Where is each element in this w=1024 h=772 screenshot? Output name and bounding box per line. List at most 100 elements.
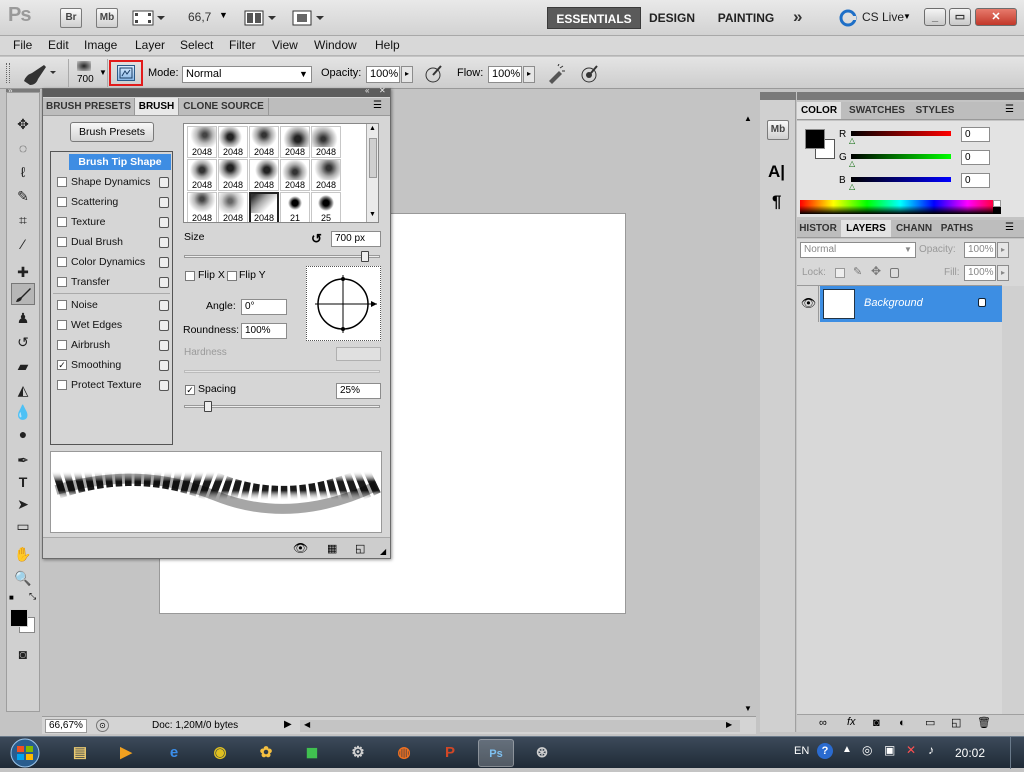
clone-stamp-tool-icon[interactable]: ♟ xyxy=(11,307,35,329)
spacing-input[interactable]: 25% xyxy=(336,383,381,399)
lock-icon[interactable] xyxy=(159,257,169,268)
default-colors-icon[interactable]: ■ xyxy=(9,593,14,602)
layer-row-background[interactable]: Background xyxy=(820,286,1002,322)
spacing-checkbox-checked[interactable]: ✓ xyxy=(185,385,195,395)
lock-icon[interactable] xyxy=(159,197,169,208)
collapse-panel-icon[interactable]: « xyxy=(365,86,369,95)
workspace-design[interactable]: DESIGN xyxy=(645,7,699,29)
checkbox[interactable] xyxy=(57,300,67,310)
brush-tip[interactable]: 21 xyxy=(280,192,310,222)
crop-tool-icon[interactable]: ⌗ xyxy=(11,209,35,231)
move-tool-icon[interactable]: ✥ xyxy=(11,113,35,135)
character-panel-icon[interactable]: A| xyxy=(768,162,785,182)
menu-help[interactable]: Help xyxy=(375,38,400,52)
green-slider-track[interactable] xyxy=(851,154,951,159)
tab-history[interactable]: HISTOR xyxy=(797,220,839,237)
airbrush-button[interactable] xyxy=(546,63,566,84)
layer-opacity-input[interactable]: 100% xyxy=(964,242,996,258)
tab-clone-source[interactable]: CLONE SOURCE xyxy=(179,98,269,115)
eraser-tool-icon[interactable]: ▰ xyxy=(11,355,35,377)
add-mask-icon[interactable]: ◙ xyxy=(873,717,880,729)
brush-tip[interactable]: 2048 xyxy=(249,159,279,191)
new-layer-icon[interactable]: ◱ xyxy=(951,716,961,729)
workspace-painting[interactable]: PAINTING xyxy=(712,7,780,29)
blue-value-input[interactable]: 0 xyxy=(961,173,990,188)
scroll-up-icon[interactable]: ▲ xyxy=(744,114,752,123)
flip-x-checkbox[interactable] xyxy=(185,271,195,281)
lock-all-icon[interactable] xyxy=(890,268,899,278)
media-player-taskbar-icon[interactable]: ▶ xyxy=(108,739,144,767)
shape-dynamics-option[interactable]: Shape Dynamics xyxy=(55,173,173,191)
horizontal-scrollbar[interactable]: ◀ ▶ xyxy=(300,720,740,732)
airbrush-option[interactable]: Airbrush xyxy=(55,336,173,354)
paragraph-panel-icon[interactable]: ¶ xyxy=(772,192,781,212)
brush-tip[interactable]: 2048 xyxy=(311,159,341,191)
opacity-input[interactable]: 100% xyxy=(366,66,400,83)
quick-selection-tool-icon[interactable]: ✎ xyxy=(11,185,35,207)
menu-select[interactable]: Select xyxy=(180,38,213,52)
history-brush-tool-icon[interactable]: ↺ xyxy=(11,331,35,353)
green-slider-handle[interactable]: △ xyxy=(849,159,855,168)
firefox-taskbar-icon[interactable]: ◍ xyxy=(386,739,422,767)
red-slider-track[interactable] xyxy=(851,131,951,136)
vertical-scrollbar[interactable]: ▲ ▼ xyxy=(742,108,756,718)
layer-name[interactable]: Background xyxy=(864,297,923,309)
tab-layers[interactable]: LAYERS xyxy=(841,220,891,237)
settings-taskbar-icon[interactable]: ⚙ xyxy=(340,739,376,767)
arrange-documents-button[interactable] xyxy=(244,8,280,28)
fill-slider-button[interactable]: ▸ xyxy=(997,265,1009,281)
panel-menu-icon[interactable]: ☰ xyxy=(373,100,382,111)
powerpoint-taskbar-icon[interactable]: P xyxy=(432,739,468,767)
foreground-color-box[interactable] xyxy=(805,129,825,149)
lock-image-icon[interactable]: ✎ xyxy=(853,265,862,278)
pressure-opacity-button[interactable] xyxy=(424,64,444,84)
brush-tip-selected[interactable]: 2048 xyxy=(249,192,279,222)
lock-icon[interactable] xyxy=(159,300,169,311)
explorer-taskbar-icon[interactable]: ▤ xyxy=(62,739,98,767)
brush-grid-icon[interactable]: ▦ xyxy=(327,542,337,555)
texture-option[interactable]: Texture xyxy=(55,213,173,231)
ramp-black-swatch[interactable] xyxy=(993,207,1001,214)
internet-explorer-taskbar-icon[interactable]: e xyxy=(156,739,192,767)
link-layers-icon[interactable]: ∞ xyxy=(819,717,827,729)
tray-expand-icon[interactable]: ▲ xyxy=(842,744,852,755)
workspace-essentials[interactable]: ESSENTIALS xyxy=(547,7,641,29)
lock-icon[interactable] xyxy=(159,360,169,371)
mini-bridge-panel-icon[interactable]: Mb xyxy=(767,120,789,140)
checkbox[interactable] xyxy=(57,237,67,247)
brush-tip[interactable]: 2048 xyxy=(187,126,217,158)
size-slider[interactable] xyxy=(184,251,380,262)
cs-live-dropdown-icon[interactable]: ▼ xyxy=(903,12,911,21)
tip-grid-scrollbar[interactable]: ▲ ▼ xyxy=(366,124,378,222)
menu-window[interactable]: Window xyxy=(314,38,357,52)
cs-live-button[interactable]: CS Live xyxy=(862,10,904,24)
help-tray-icon[interactable]: ? xyxy=(817,743,833,759)
adjustment-layer-icon[interactable]: ◐ xyxy=(899,717,906,729)
bridge-button[interactable]: Br xyxy=(60,8,82,28)
brush-tip[interactable]: 2048 xyxy=(311,126,341,158)
menu-view[interactable]: View xyxy=(272,38,298,52)
healing-brush-tool-icon[interactable]: ✚ xyxy=(11,261,35,283)
strip-header[interactable] xyxy=(760,92,796,100)
close-button[interactable]: ✕ xyxy=(975,8,1017,26)
color-dynamics-option[interactable]: Color Dynamics xyxy=(55,253,173,271)
speaker-tray-icon[interactable]: ♪ xyxy=(928,743,934,757)
brush-panel-titlebar[interactable]: « ✕ xyxy=(43,86,390,97)
green-value-input[interactable]: 0 xyxy=(961,150,990,165)
layer-opacity-slider-button[interactable]: ▸ xyxy=(997,242,1009,258)
language-indicator[interactable]: EN xyxy=(794,745,809,757)
scroll-left-icon[interactable]: ◀ xyxy=(304,720,310,729)
quick-mask-icon[interactable]: ◙ xyxy=(11,643,35,665)
scroll-down-icon[interactable]: ▼ xyxy=(369,211,376,218)
wet-edges-option[interactable]: Wet Edges xyxy=(55,316,173,334)
lock-icon[interactable] xyxy=(159,177,169,188)
lasso-tool-icon[interactable]: ℓ xyxy=(11,161,35,183)
lock-icon[interactable] xyxy=(159,380,169,391)
opacity-slider-button[interactable]: ▸ xyxy=(401,66,413,83)
minimize-button[interactable]: _ xyxy=(924,8,946,26)
spacing-slider-handle[interactable] xyxy=(204,401,212,412)
red-slider-handle[interactable]: △ xyxy=(849,136,855,145)
toggle-brush-panel-button[interactable] xyxy=(117,65,135,81)
fill-input[interactable]: 100% xyxy=(964,265,996,281)
scattering-option[interactable]: Scattering xyxy=(55,193,173,211)
